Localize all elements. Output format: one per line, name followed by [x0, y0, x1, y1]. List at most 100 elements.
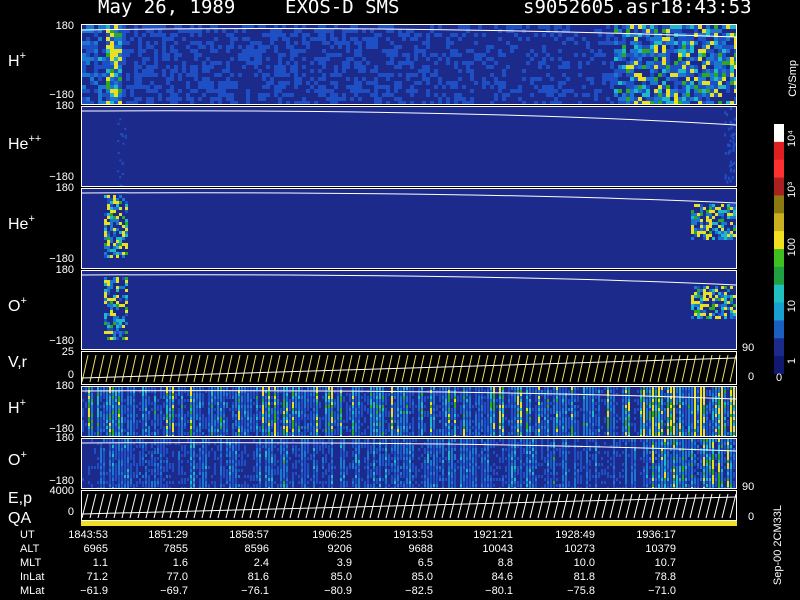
pixel-cell — [150, 45, 154, 49]
pixel-cell — [630, 49, 634, 53]
pixel-cell — [700, 207, 703, 210]
pixel-cell — [103, 435, 105, 436]
pixel-cell — [424, 411, 426, 414]
pixel-cell — [127, 417, 129, 420]
pixel-cell — [162, 69, 166, 73]
pixel-cell — [154, 33, 158, 37]
pixel-cell — [529, 420, 531, 423]
pixel-cell — [526, 61, 530, 65]
pixel-cell — [433, 408, 435, 411]
pixel-cell — [688, 423, 690, 426]
pixel-cell — [703, 234, 706, 237]
pixel-cell — [550, 85, 554, 89]
pixel-cell — [619, 417, 621, 420]
pixel-cell — [535, 435, 537, 436]
pixel-cell — [115, 405, 117, 408]
pixel-cell — [220, 387, 222, 390]
pixel-cell — [340, 414, 342, 417]
pixel-cell — [235, 435, 237, 436]
pixel-cell — [697, 289, 700, 292]
pixel-cell — [106, 435, 108, 436]
pixel-cell — [103, 426, 105, 429]
pixel-cell — [734, 37, 736, 41]
pixel-cell — [694, 435, 696, 436]
pixel-cell — [278, 81, 282, 85]
pixel-cell — [558, 93, 562, 97]
pixel-cell — [590, 77, 594, 81]
pixel-cell — [295, 435, 297, 436]
pixel-cell — [706, 423, 708, 426]
pixel-cell — [122, 286, 125, 289]
pixel-cell — [247, 432, 249, 435]
pixel-cell — [268, 414, 270, 417]
pixel-cell — [712, 393, 714, 396]
pixel-cell — [541, 426, 543, 429]
pixel-cell — [718, 81, 722, 85]
pixel-cell — [727, 234, 730, 237]
pixel-cell — [698, 49, 702, 53]
pixel-cell — [162, 45, 166, 49]
pixel-cell — [568, 423, 570, 426]
pixel-cell — [283, 414, 285, 417]
pixel-cell — [100, 405, 102, 408]
pixel-cell — [691, 228, 694, 231]
pixel-cell — [130, 420, 132, 423]
pixel-cell — [286, 396, 288, 399]
pixel-cell — [520, 411, 522, 414]
pixel-cell — [574, 399, 576, 402]
pixel-cell — [710, 69, 714, 73]
pixel-cell — [82, 423, 84, 426]
pixel-cell — [170, 49, 174, 53]
pixel-cell — [385, 414, 387, 417]
pixel-cell — [502, 435, 504, 436]
pixel-cell — [433, 426, 435, 429]
pixel-cell — [697, 213, 700, 216]
pixel-cell — [394, 393, 396, 396]
pixel-cell — [613, 423, 615, 426]
pixel-cell — [616, 432, 618, 435]
pixel-cell — [571, 396, 573, 399]
pixel-cell — [193, 393, 195, 396]
pixel-cell — [406, 73, 410, 77]
pixel-cell — [234, 37, 238, 41]
pixel-cell — [310, 37, 314, 41]
pixel-cell — [115, 423, 117, 426]
pixel-cell — [718, 57, 722, 61]
pixel-cell — [574, 411, 576, 414]
pixel-cell — [222, 81, 226, 85]
pixel-cell — [730, 207, 733, 210]
pixel-cell — [529, 423, 531, 426]
pixel-cell — [618, 41, 622, 45]
pixel-cell — [358, 432, 360, 435]
pixel-cell — [286, 432, 288, 435]
pixel-cell — [658, 399, 660, 402]
pixel-cell — [721, 286, 724, 289]
pixel-cell — [97, 423, 99, 426]
pixel-cell — [115, 417, 117, 420]
pixel-cell — [586, 387, 588, 390]
pixel-cell — [196, 435, 198, 436]
pixel-cell — [706, 81, 710, 85]
pixel-cell — [571, 420, 573, 423]
pixel-cell — [662, 41, 666, 45]
pixel-cell — [511, 411, 513, 414]
pixel-cell — [331, 423, 333, 426]
pixel-cell — [709, 435, 711, 436]
pixel-cell — [385, 408, 387, 411]
pixel-cell — [422, 49, 426, 53]
pixel-cell — [481, 396, 483, 399]
pixel-cell — [652, 423, 654, 426]
pixel-cell — [469, 411, 471, 414]
pixel-cell — [121, 393, 123, 396]
pixel-cell — [226, 396, 228, 399]
pixel-cell — [640, 423, 642, 426]
pixel-cell — [558, 33, 562, 37]
pixel-cell — [337, 393, 339, 396]
pixel-cell — [481, 429, 483, 432]
pixel-cell — [610, 408, 612, 411]
pixel-cell — [728, 164, 731, 168]
pixel-cell — [145, 393, 147, 396]
pixel-cell — [282, 33, 286, 37]
pixel-cell — [586, 420, 588, 423]
pixel-cell — [328, 426, 330, 429]
